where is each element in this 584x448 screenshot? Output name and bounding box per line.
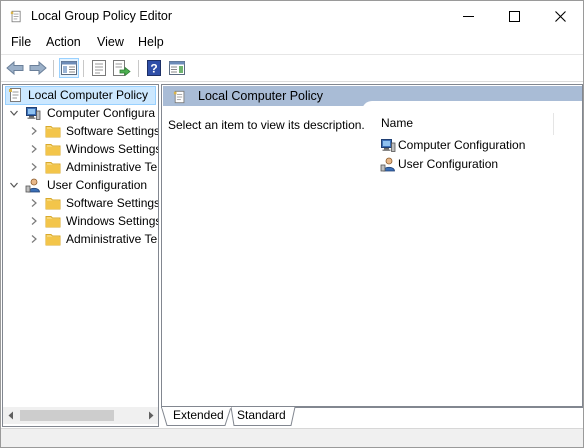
tree-label: Local Computer Policy <box>28 88 149 102</box>
details-pane: Local Computer Policy Select an item to … <box>161 84 583 407</box>
help-icon: ? <box>147 60 161 76</box>
chevron-right-icon[interactable] <box>29 126 39 136</box>
policy-document-icon <box>8 88 21 102</box>
user-icon <box>380 157 395 172</box>
app-window: Local Group Policy Editor File Action Vi… <box>0 0 584 448</box>
tree-label: Software Settings <box>66 124 159 138</box>
chevron-down-icon[interactable] <box>9 108 19 118</box>
folder-icon <box>45 234 61 246</box>
menu-file[interactable]: File <box>11 35 31 49</box>
description-text: Select an item to view its description. <box>168 118 365 132</box>
back-icon <box>6 61 24 75</box>
show-hide-action-pane-button[interactable] <box>167 58 187 78</box>
view-tabs: Extended Standard <box>161 407 583 427</box>
console-tree[interactable]: Local Computer Policy Computer Configura… <box>2 84 159 427</box>
folder-icon <box>45 162 61 174</box>
tree-node-local-computer-policy[interactable]: Local Computer Policy <box>5 86 156 105</box>
window-title: Local Group Policy Editor <box>31 9 173 23</box>
toolbar-separator <box>83 60 84 77</box>
close-icon <box>554 10 566 22</box>
computer-icon <box>381 139 396 152</box>
help-button[interactable]: ? <box>144 58 164 78</box>
toolbar-separator <box>53 60 54 77</box>
menu-view[interactable]: View <box>97 35 124 49</box>
toolbar: ? <box>1 55 583 81</box>
folder-icon <box>45 126 61 138</box>
svg-text:?: ? <box>150 62 157 76</box>
menu-action[interactable]: Action <box>46 35 81 49</box>
folder-icon <box>45 144 61 156</box>
forward-button[interactable] <box>28 58 48 78</box>
user-icon <box>25 178 40 193</box>
scroll-left-icon[interactable] <box>7 411 15 420</box>
tree-node-windows-settings[interactable]: Windows Settings <box>3 140 158 158</box>
show-hide-console-tree-button[interactable] <box>59 58 79 78</box>
chevron-right-icon[interactable] <box>29 144 39 154</box>
toolbar-divider <box>1 81 583 82</box>
column-divider[interactable] <box>553 113 554 135</box>
minimize-button[interactable] <box>445 1 491 31</box>
folder-icon <box>45 198 61 210</box>
scrollbar-thumb[interactable] <box>20 410 114 421</box>
tree-node-administrative-templates[interactable]: Administrative Te <box>3 230 158 248</box>
tree-node-windows-settings[interactable]: Windows Settings <box>3 212 158 230</box>
tree-node-software-settings[interactable]: Software Settings <box>3 122 158 140</box>
close-button[interactable] <box>537 1 583 31</box>
forward-icon <box>29 61 47 75</box>
policy-document-icon <box>10 10 21 23</box>
tree-label: User Configuration <box>47 178 148 192</box>
maximize-button[interactable] <box>491 1 537 31</box>
tab-extended[interactable]: Extended <box>173 407 224 426</box>
properties-button[interactable] <box>89 58 109 78</box>
chevron-right-icon[interactable] <box>29 198 39 208</box>
status-bar <box>1 428 583 447</box>
column-header-name[interactable]: Name <box>381 116 413 130</box>
tree-label: Windows Settings <box>66 214 159 228</box>
properties-icon <box>92 60 106 76</box>
tree-label: Administrative Te <box>66 160 158 174</box>
folder-icon <box>45 216 61 228</box>
tree-node-computer-configuration[interactable]: Computer Configura <box>3 104 158 122</box>
list-item-label: User Configuration <box>398 157 499 171</box>
chevron-right-icon[interactable] <box>29 162 39 172</box>
maximize-icon <box>508 10 520 22</box>
export-list-icon <box>113 60 131 76</box>
title-bar[interactable]: Local Group Policy Editor <box>1 1 583 31</box>
minimize-icon <box>462 15 474 17</box>
tab-standard[interactable]: Standard <box>237 407 286 426</box>
chevron-right-icon[interactable] <box>29 216 39 226</box>
tree-label: Software Settings <box>66 196 159 210</box>
tree-node-administrative-templates[interactable]: Administrative Te <box>3 158 158 176</box>
chevron-down-icon[interactable] <box>9 180 19 190</box>
policy-document-icon <box>173 90 185 104</box>
show-hide-console-tree-icon <box>61 61 77 75</box>
tree-node-software-settings[interactable]: Software Settings <box>3 194 158 212</box>
scroll-right-icon[interactable] <box>147 411 155 420</box>
tree-label: Administrative Te <box>66 232 158 246</box>
export-list-button[interactable] <box>112 58 132 78</box>
toolbar-separator <box>138 60 139 77</box>
tree-label: Windows Settings <box>66 142 159 156</box>
show-hide-action-pane-icon <box>169 61 185 75</box>
horizontal-scrollbar[interactable] <box>3 407 158 424</box>
back-button[interactable] <box>5 58 25 78</box>
list-item-label: Computer Configuration <box>398 138 526 152</box>
tree-node-user-configuration[interactable]: User Configuration <box>3 176 158 194</box>
tree-label: Computer Configura <box>47 106 156 120</box>
details-title: Local Computer Policy <box>198 89 324 103</box>
menu-bar: File Action View Help <box>1 32 583 54</box>
computer-icon <box>26 107 41 120</box>
menu-help[interactable]: Help <box>138 35 164 49</box>
chevron-right-icon[interactable] <box>29 234 39 244</box>
